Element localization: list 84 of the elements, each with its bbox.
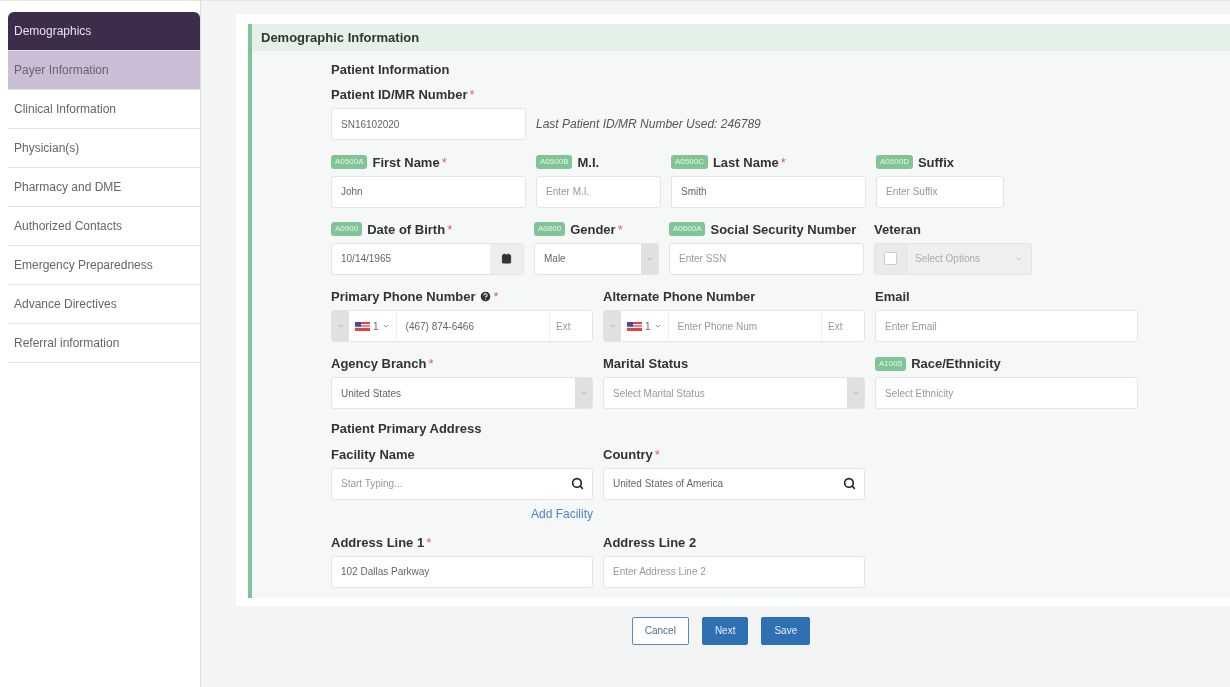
field-label: Alternate Phone Number [603, 289, 756, 305]
field-label: Country [603, 446, 653, 462]
section-title: Demographic Information [252, 24, 1230, 51]
flag-icon [627, 321, 642, 331]
country-code-select[interactable]: 1 [349, 311, 397, 342]
dropdown-toggle[interactable] [332, 311, 349, 342]
calendar-button[interactable] [490, 243, 523, 274]
required-mark: * [447, 221, 453, 237]
search-input[interactable]: United States of America [604, 468, 835, 499]
field-label: Agency Branch [331, 356, 427, 372]
text-field[interactable]: Select Ethnicity [875, 377, 1138, 410]
text-field[interactable]: Smith [671, 175, 866, 208]
text-field[interactable]: Enter Email [875, 310, 1138, 343]
field-label: Date of Birth [367, 221, 446, 237]
required-mark: * [780, 154, 786, 170]
search-input[interactable]: Start Typing... [332, 468, 563, 499]
item-code-badge: A0600A [669, 222, 706, 237]
required-mark: * [441, 154, 447, 170]
phone-field[interactable]: 1 Enter Phone Num Ext [603, 310, 865, 343]
section-heading: Patient Information [331, 62, 451, 77]
field-label: Last Name [712, 154, 779, 170]
required-mark: * [426, 534, 432, 550]
dropdown-toggle[interactable] [847, 378, 864, 409]
extension-input[interactable]: Ext [549, 311, 592, 342]
phone-field[interactable]: 1 (467) 874-6466 Ext [331, 310, 593, 343]
section-heading: Patient Primary Address [331, 421, 483, 437]
field-label: Email [875, 289, 910, 305]
field-label: Veteran [874, 221, 921, 237]
field-label: Primary Phone Number [331, 289, 476, 305]
select-input[interactable]: Male [535, 243, 641, 274]
cancel-button[interactable]: Cancel [631, 616, 689, 645]
item-code-badge: A0500D [876, 155, 913, 170]
field-label: Race/Ethnicity [911, 356, 1001, 372]
required-mark: * [493, 289, 499, 305]
add-facility-link[interactable]: Add Facility [530, 506, 593, 521]
text-field[interactable]: Enter Address Line 2 [603, 555, 865, 588]
field-label: Gender [570, 221, 616, 237]
text-field[interactable]: Enter SSN [669, 242, 864, 275]
action-button[interactable]: Next [701, 616, 749, 645]
action-button[interactable]: Save [761, 616, 811, 645]
required-mark: * [654, 446, 660, 462]
text-field[interactable]: John [331, 175, 526, 208]
search-icon [843, 477, 856, 491]
required-mark: * [428, 356, 434, 372]
dropdown-toggle[interactable] [641, 243, 658, 274]
item-code-badge: A1005 [875, 356, 907, 371]
text-field[interactable]: 102 Dallas Parkway [331, 555, 593, 588]
search-field[interactable]: United States of America [603, 467, 865, 500]
extension-input[interactable]: Ext [821, 311, 864, 342]
field-label: Patient ID/MR Number [331, 87, 468, 103]
field-label: First Name [372, 154, 440, 170]
help-icon[interactable] [478, 290, 492, 304]
field-label: Address Line 1 [331, 534, 425, 550]
sidebar-item[interactable]: Demographics [8, 12, 200, 51]
text-field[interactable]: Enter Suffix [876, 175, 1004, 208]
phone-number-input[interactable]: (467) 874-6466 [396, 311, 549, 342]
field-label: M.I. [577, 154, 600, 170]
flag-icon [355, 321, 370, 331]
select-field[interactable]: Male [534, 242, 659, 275]
item-code-badge: A0500B [536, 155, 573, 170]
phone-number-input[interactable]: Enter Phone Num [668, 311, 821, 342]
field-label: Marital Status [603, 356, 689, 372]
dropdown-toggle[interactable] [575, 378, 592, 409]
search-icon [571, 477, 584, 491]
country-code-select[interactable]: 1 [621, 311, 669, 342]
dropdown-toggle[interactable] [604, 311, 621, 342]
item-code-badge: A0500A [331, 155, 368, 170]
text-field[interactable]: Enter M.I. [536, 175, 661, 208]
field-label: Social Security Number [710, 221, 857, 237]
search-field[interactable]: Start Typing... [331, 467, 593, 500]
item-code-badge: A0500C [671, 155, 708, 170]
item-code-badge: A0800 [534, 222, 566, 237]
last-id-note: Last Patient ID/MR Number Used: 246789 [536, 117, 761, 132]
field-label: Address Line 2 [603, 534, 697, 550]
item-code-badge: A0900 [331, 222, 363, 237]
patient-id-field[interactable]: SN16102020 [331, 108, 526, 141]
field-label: Suffix [917, 154, 955, 170]
field-label: Facility Name [331, 446, 415, 462]
required-mark: * [617, 221, 623, 237]
date-field[interactable]: 10/14/1965 [331, 242, 524, 275]
required-mark: * [469, 87, 475, 103]
calendar-icon [501, 253, 512, 265]
date-input[interactable]: 10/14/1965 [332, 243, 490, 274]
sidebar-item[interactable]: Payer Information [8, 51, 200, 90]
